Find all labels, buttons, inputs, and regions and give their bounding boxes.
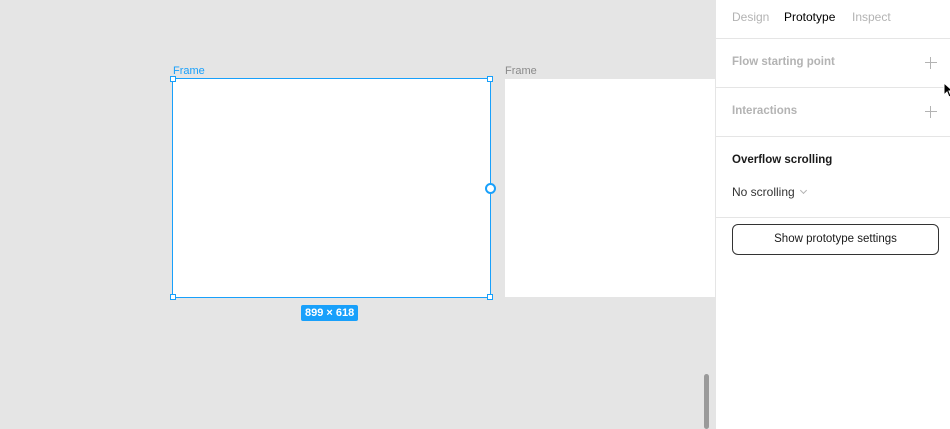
- frame-label[interactable]: Frame: [505, 65, 537, 78]
- show-prototype-settings-button[interactable]: Show prototype settings: [732, 224, 939, 255]
- mouse-cursor-icon: [943, 82, 950, 98]
- overflow-scrolling-value: No scrolling: [732, 185, 795, 199]
- size-badge: 899 × 618: [301, 305, 359, 321]
- resize-handle-top-left[interactable]: [170, 76, 176, 82]
- plus-icon[interactable]: [924, 56, 938, 70]
- flow-starting-point-section: Flow starting point: [716, 39, 950, 88]
- overflow-scrolling-label: Overflow scrolling: [732, 154, 833, 166]
- flow-starting-point-label: Flow starting point: [732, 56, 835, 68]
- panel-tabs: Design Prototype Inspect: [716, 0, 950, 39]
- tab-prototype[interactable]: Prototype: [784, 10, 835, 25]
- canvas[interactable]: Frame 899 × 618 Frame: [0, 0, 715, 429]
- overflow-scrolling-section: Overflow scrolling No scrolling: [716, 137, 950, 218]
- tab-design[interactable]: Design: [732, 10, 769, 25]
- interactions-label: Interactions: [732, 105, 798, 117]
- canvas-scrollbar[interactable]: [704, 374, 709, 429]
- tab-inspect[interactable]: Inspect: [852, 10, 891, 25]
- chevron-down-icon: [799, 186, 807, 195]
- frame[interactable]: [505, 79, 715, 297]
- prototype-connection-handle[interactable]: [485, 183, 496, 194]
- frame-selected[interactable]: [172, 78, 491, 298]
- resize-handle-bottom-right[interactable]: [487, 294, 493, 300]
- interactions-section: Interactions: [716, 88, 950, 137]
- resize-handle-bottom-left[interactable]: [170, 294, 176, 300]
- resize-handle-top-right[interactable]: [487, 76, 493, 82]
- plus-icon[interactable]: [924, 105, 938, 119]
- properties-panel: Design Prototype Inspect Flow starting p…: [715, 0, 950, 429]
- overflow-scrolling-dropdown[interactable]: No scrolling: [732, 185, 807, 199]
- frame-label-selected[interactable]: Frame: [173, 65, 205, 78]
